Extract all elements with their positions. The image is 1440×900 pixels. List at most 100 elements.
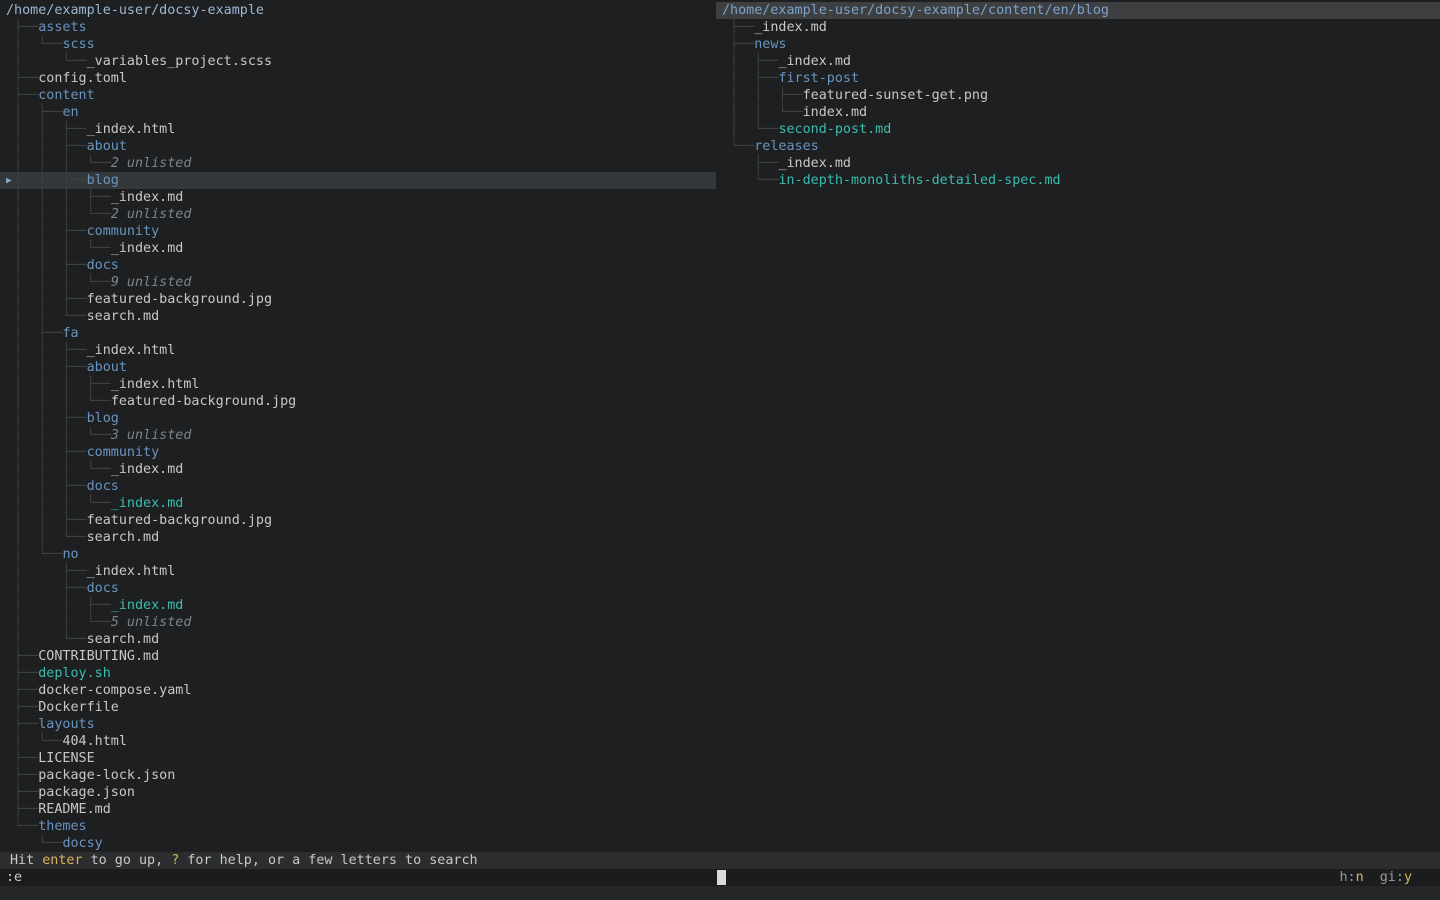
tree-row-featured-sunset-get-png[interactable]: │ │ ├──featured-sunset-get.png <box>716 87 1440 104</box>
tree-row--index-md[interactable]: │ │ │ └──_index.md <box>0 495 716 512</box>
tree-row-news[interactable]: ├──news <box>716 36 1440 53</box>
tree-row-featured-background-jpg[interactable]: │ │ ├──featured-background.jpg <box>0 512 716 529</box>
file-label: package.json <box>38 785 135 800</box>
tree-row-5-unlisted[interactable]: │ │ └──5 unlisted <box>0 614 716 631</box>
file-tree-panel-left: /home/example-user/docsy-example ├──asse… <box>0 0 716 852</box>
tree-branch-lines: └── <box>6 836 62 851</box>
file-label: _index.html <box>87 122 176 137</box>
tree-row-index-md[interactable]: │ │ └──index.md <box>716 104 1440 121</box>
panel-left-tree: ├──assets │ └──scss │ └──_variables_proj… <box>0 19 716 852</box>
tree-row-package-lock-json[interactable]: ├──package-lock.json <box>0 767 716 784</box>
tree-row-scss[interactable]: │ └──scss <box>0 36 716 53</box>
tree-row-featured-background-jpg[interactable]: │ │ ├──featured-background.jpg <box>0 291 716 308</box>
tree-branch-lines: └── <box>722 173 778 188</box>
tree-row-assets[interactable]: ├──assets <box>0 19 716 36</box>
tree-row--index-md[interactable]: │ │ │ └──_index.md <box>0 240 716 257</box>
tree-row-about[interactable]: │ │ ├──about <box>0 359 716 376</box>
tree-row-3-unlisted[interactable]: │ │ │ └──3 unlisted <box>0 427 716 444</box>
tree-branch-lines: └── <box>722 139 754 154</box>
tree-row--index-md[interactable]: ├──_index.md <box>716 155 1440 172</box>
directory-label: no <box>62 547 78 562</box>
tree-row-releases[interactable]: └──releases <box>716 138 1440 155</box>
tree-row-search-md[interactable]: │ │ └──search.md <box>0 308 716 325</box>
tree-branch-lines: │ │ ├── <box>6 258 87 273</box>
tree-row-config-toml[interactable]: ├──config.toml <box>0 70 716 87</box>
tree-row--index-html[interactable]: │ │ ├──_index.html <box>0 121 716 138</box>
status-bar: Hit enter to go up, ? for help, or a few… <box>0 852 1440 869</box>
mode-flags: h:n gi:y <box>1339 869 1412 886</box>
file-label: CONTRIBUTING.md <box>38 649 159 664</box>
tree-row-2-unlisted[interactable]: │ │ │ └──2 unlisted <box>0 155 716 172</box>
tree-row-in-depth-monoliths-detailed-spec-md[interactable]: └──in-depth-monoliths-detailed-spec.md <box>716 172 1440 189</box>
tree-row--index-md[interactable]: ├──_index.md <box>716 19 1440 36</box>
tree-row-dockerfile[interactable]: ├──Dockerfile <box>0 699 716 716</box>
tree-branch-lines: │ │ │ └── <box>6 275 111 290</box>
tree-row-docsy[interactable]: └──docsy <box>0 835 716 852</box>
tree-branch-lines: ├── <box>722 156 778 171</box>
tree-row-community[interactable]: │ │ ├──community <box>0 223 716 240</box>
command-input-row[interactable]: :e h:n gi:y <box>0 869 1440 886</box>
tree-row--index-md[interactable]: │ ├──_index.md <box>716 53 1440 70</box>
directory-label: blog <box>87 173 119 188</box>
tree-row-no[interactable]: │ └──no <box>0 546 716 563</box>
tree-branch-lines: │ ├── <box>6 581 87 596</box>
tree-branch-lines: │ ├── <box>6 105 62 120</box>
tree-row--index-html[interactable]: │ │ ├──_index.html <box>0 342 716 359</box>
left-panel-input-value[interactable]: :e <box>6 869 22 886</box>
tree-row-docs[interactable]: │ │ ├──docs <box>0 478 716 495</box>
file-label: docker-compose.yaml <box>38 683 191 698</box>
tree-row-readme-md[interactable]: ├──README.md <box>0 801 716 818</box>
tree-row-community[interactable]: │ │ ├──community <box>0 444 716 461</box>
tree-row-9-unlisted[interactable]: │ │ │ └──9 unlisted <box>0 274 716 291</box>
tree-row-contributing-md[interactable]: ├──CONTRIBUTING.md <box>0 648 716 665</box>
tree-row-license[interactable]: ├──LICENSE <box>0 750 716 767</box>
unlisted-count-label: 2 unlisted <box>111 207 192 222</box>
tree-branch-lines: ├── <box>6 88 38 103</box>
tree-row-about[interactable]: │ │ ├──about <box>0 138 716 155</box>
tree-row-en[interactable]: │ ├──en <box>0 104 716 121</box>
tree-row-deploy-sh[interactable]: ├──deploy.sh <box>0 665 716 682</box>
tree-branch-lines: │ ├── <box>6 564 87 579</box>
tree-row-second-post-md[interactable]: │ └──second-post.md <box>716 121 1440 138</box>
file-label: _variables_project.scss <box>87 54 272 69</box>
tree-row--index-md[interactable]: │ │ │ └──_index.md <box>0 461 716 478</box>
tree-row-themes[interactable]: └──themes <box>0 818 716 835</box>
tree-row-fa[interactable]: │ ├──fa <box>0 325 716 342</box>
tree-branch-lines: │ │ │ └── <box>6 241 111 256</box>
tree-row-first-post[interactable]: │ ├──first-post <box>716 70 1440 87</box>
tree-branch-lines: │ │ ├── <box>6 360 87 375</box>
tree-row-docs[interactable]: │ ├──docs <box>0 580 716 597</box>
tree-row-package-json[interactable]: ├──package.json <box>0 784 716 801</box>
tree-row-blog[interactable]: ▶ │ │ ├──blog <box>0 172 716 189</box>
tree-branch-lines: │ └── <box>6 54 87 69</box>
tree-row--index-html[interactable]: │ │ │ ├──_index.html <box>0 376 716 393</box>
tree-branch-lines: ├── <box>6 717 38 732</box>
tree-row--index-html[interactable]: │ ├──_index.html <box>0 563 716 580</box>
tree-branch-lines: │ └── <box>6 547 62 562</box>
directory-label: blog <box>87 411 119 426</box>
file-label: featured-background.jpg <box>87 513 272 528</box>
file-label: _index.md <box>111 598 184 613</box>
flag-label: h: <box>1339 870 1355 885</box>
panel-right-root-path[interactable]: /home/example-user/docsy-example/content… <box>716 2 1440 19</box>
tree-row-search-md[interactable]: │ │ └──search.md <box>0 529 716 546</box>
status-key-hint: enter <box>42 853 82 868</box>
panel-left-root-path[interactable]: /home/example-user/docsy-example <box>0 2 716 19</box>
tree-row-docker-compose-yaml[interactable]: ├──docker-compose.yaml <box>0 682 716 699</box>
tree-row--variables-project-scss[interactable]: │ └──_variables_project.scss <box>0 53 716 70</box>
unlisted-count-label: 5 unlisted <box>111 615 192 630</box>
unlisted-count-label: 9 unlisted <box>111 275 192 290</box>
tree-row-2-unlisted[interactable]: │ │ │ └──2 unlisted <box>0 206 716 223</box>
tree-row-search-md[interactable]: │ └──search.md <box>0 631 716 648</box>
tree-row-docs[interactable]: │ │ ├──docs <box>0 257 716 274</box>
tree-row-layouts[interactable]: ├──layouts <box>0 716 716 733</box>
tree-row-blog[interactable]: │ │ ├──blog <box>0 410 716 427</box>
tree-row-featured-background-jpg[interactable]: │ │ │ └──featured-background.jpg <box>0 393 716 410</box>
tree-branch-lines: │ │ ├── <box>6 598 111 613</box>
file-label: _index.html <box>87 343 176 358</box>
tree-row-404-html[interactable]: │ └──404.html <box>0 733 716 750</box>
tree-branch-lines: ├── <box>6 768 38 783</box>
tree-row-content[interactable]: ├──content <box>0 87 716 104</box>
tree-row--index-md[interactable]: │ │ ├──_index.md <box>0 597 716 614</box>
tree-row--index-md[interactable]: │ │ │ ├──_index.md <box>0 189 716 206</box>
